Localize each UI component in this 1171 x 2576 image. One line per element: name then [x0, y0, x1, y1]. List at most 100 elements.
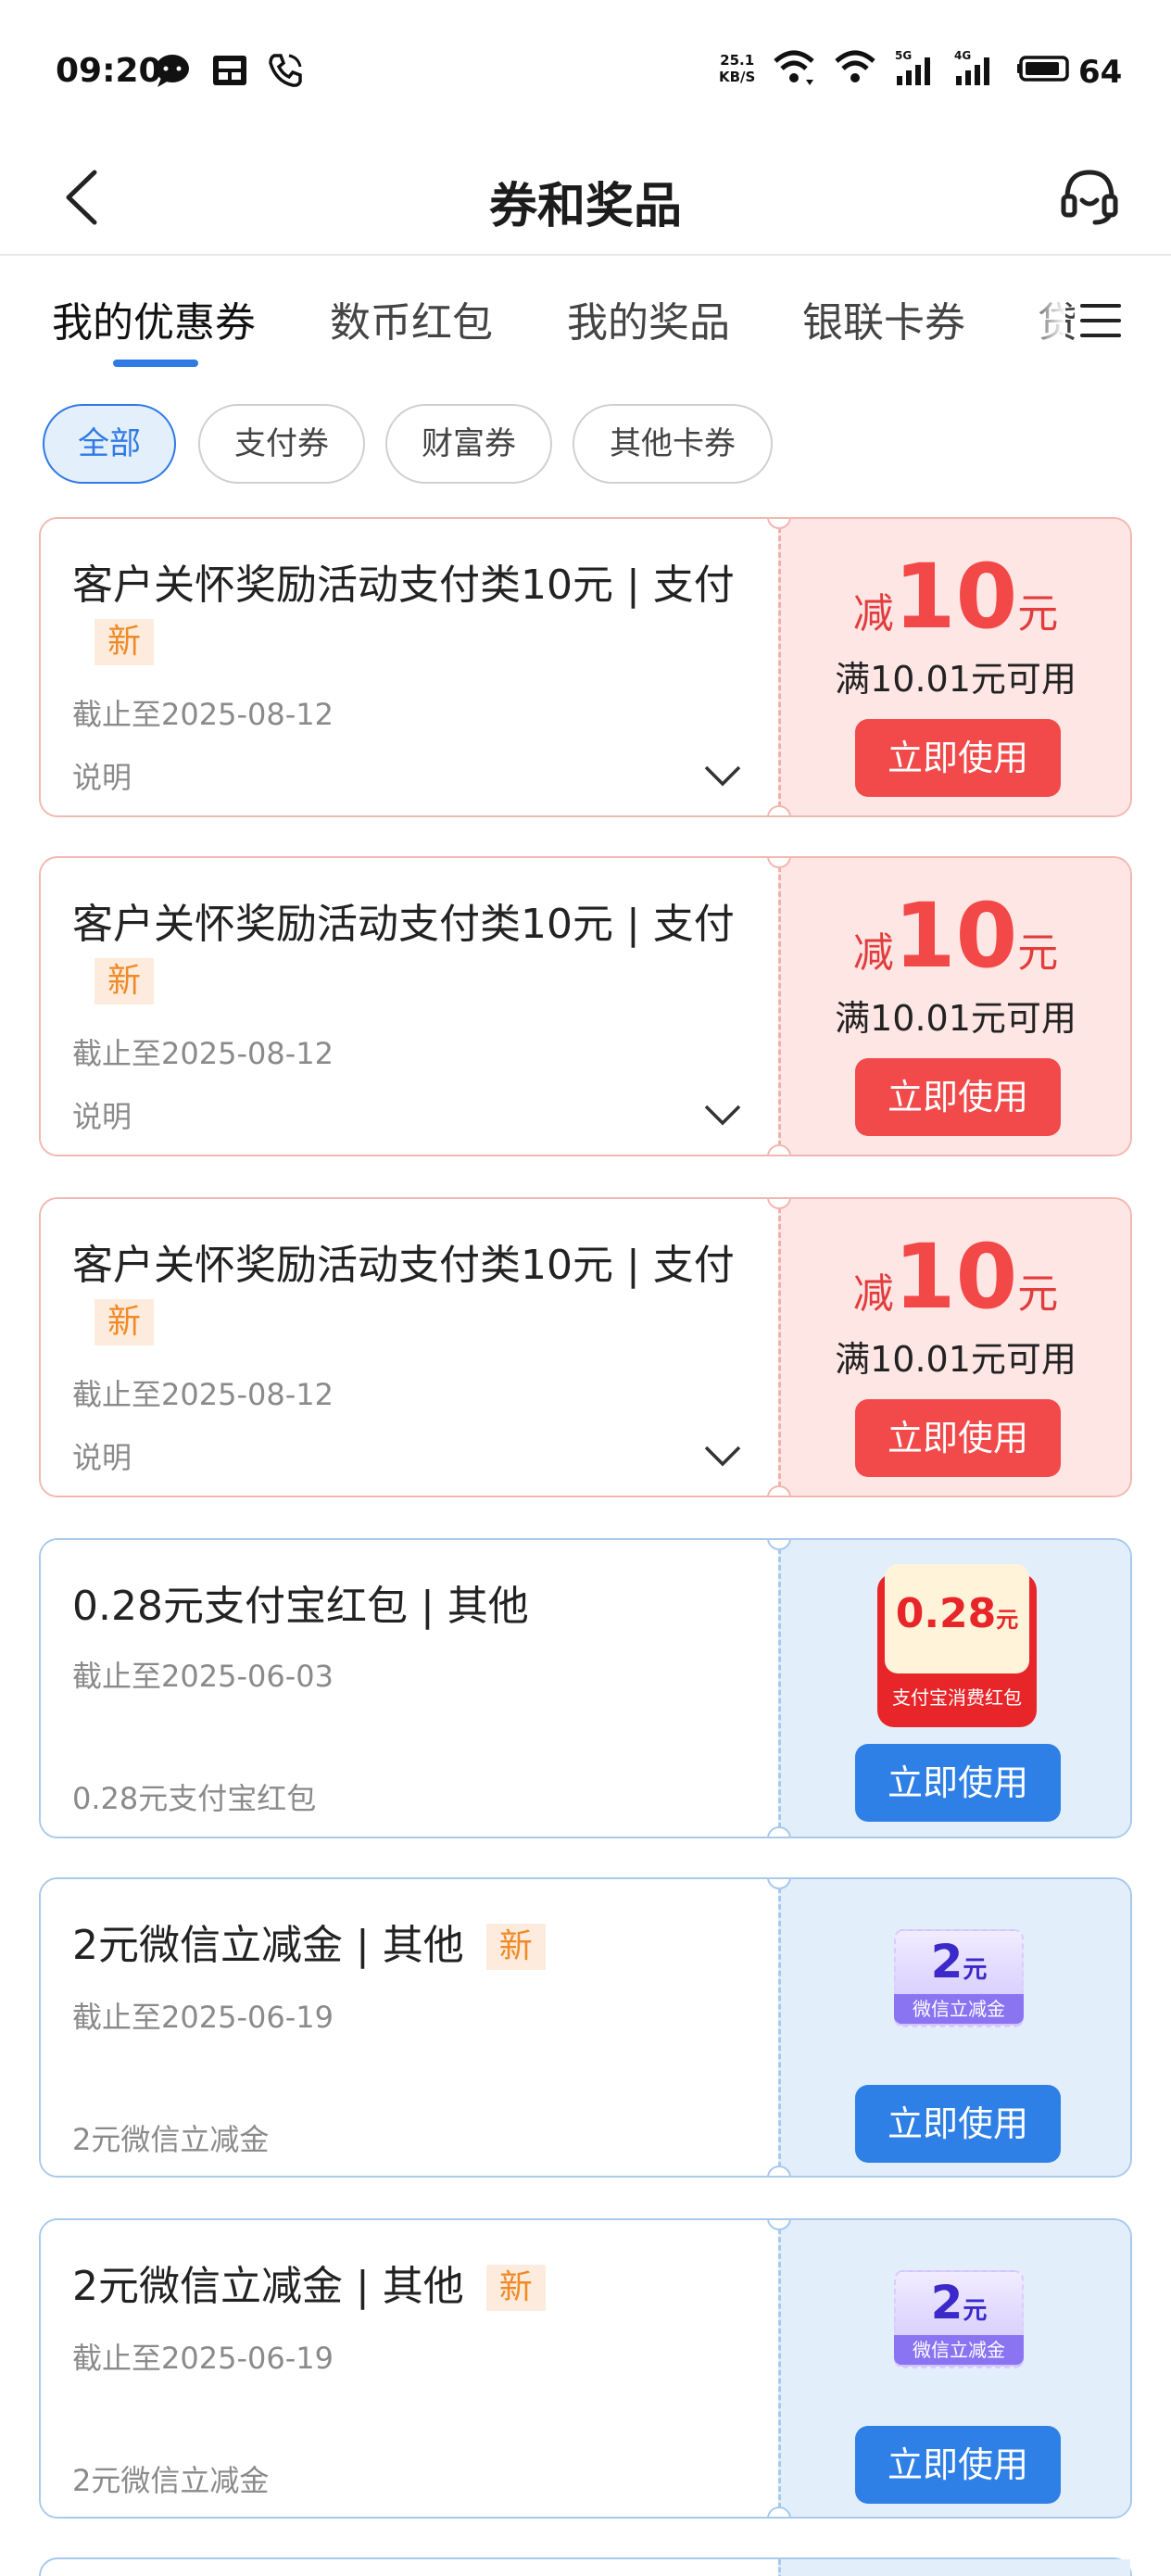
- chevron-down-icon[interactable]: [702, 1101, 743, 1129]
- tab-my-prizes[interactable]: 我的奖品: [567, 289, 730, 348]
- coupon-title: 客户关怀奖励活动支付类10元 | 支付新: [72, 897, 739, 1008]
- menu-icon[interactable]: [1075, 295, 1127, 347]
- coupon-expiry: 截止至2025-06-19: [72, 2000, 334, 2035]
- use-now-button[interactable]: 立即使用: [855, 1399, 1061, 1477]
- coupon-value-panel: 减10元 满10.01元可用 立即使用: [778, 858, 1130, 1155]
- coupon-expiry: 截止至2025-08-12: [72, 697, 334, 732]
- badge-value-number: 0.28: [895, 1590, 997, 1637]
- use-now-button[interactable]: 立即使用: [855, 1058, 1061, 1136]
- signal-5g-icon: 5G: [895, 49, 930, 85]
- amount-prefix: 减: [852, 929, 894, 977]
- badge-value-unit: 元: [963, 1956, 988, 1984]
- active-tab-indicator: [113, 360, 198, 367]
- filter-all[interactable]: 全部: [43, 404, 176, 484]
- coupon-value-panel: 减10元 满10.01元可用 立即使用: [778, 519, 1130, 815]
- battery-icon: [1017, 56, 1069, 82]
- coupon-expiry: 截止至2025-08-12: [72, 1377, 334, 1412]
- badge-value: 2元: [894, 1935, 1024, 1989]
- coupon-amount: 减10元: [781, 1232, 1130, 1321]
- new-badge: 新: [485, 2265, 546, 2311]
- badge-value: 2元: [894, 2276, 1024, 2330]
- coupon-title: 2元微信立减金 | 其他新: [72, 1918, 739, 1974]
- coupon-info: 0.28元支付宝红包 | 其他 截止至2025-06-03 0.28元支付宝红包: [41, 1540, 778, 1837]
- use-now-button[interactable]: 立即使用: [855, 2085, 1061, 2163]
- coupon-info: 客户关怀奖励活动支付类10元 | 支付新 截止至2025-08-12 说明: [41, 1199, 778, 1496]
- headset-icon[interactable]: [1058, 165, 1121, 228]
- coupon-value-panel: 2元 微信立减金 立即使用: [778, 1879, 1130, 2176]
- status-time: 09:20: [56, 52, 162, 90]
- coupon-description: 0.28元支付宝红包: [72, 1781, 317, 1816]
- badge-value-unit: 元: [963, 2297, 988, 2325]
- net-speed: 25.1 KB/S: [719, 52, 755, 85]
- amount-prefix: 减: [852, 590, 894, 638]
- coupon-title: 2元微信立减金 | 其他新: [72, 2259, 739, 2315]
- sim-card-icon: [213, 56, 246, 85]
- badge-value-number: 2: [930, 2276, 963, 2330]
- filter-other-coupons[interactable]: 其他卡券: [573, 404, 773, 484]
- wifi-icon: [835, 50, 875, 82]
- chevron-down-icon[interactable]: [702, 762, 743, 789]
- coupon-description: 2元微信立减金: [72, 2122, 270, 2157]
- svg-text:5G: 5G: [895, 49, 912, 62]
- use-now-button[interactable]: 立即使用: [855, 719, 1061, 797]
- coupon-card[interactable]: 0.28元支付宝红包 | 其他 截止至2025-06-03 0.28元支付宝红包…: [39, 1538, 1132, 1838]
- amount-unit: 元: [1017, 590, 1059, 638]
- coupon-condition: 满10.01元可用: [835, 998, 1077, 1039]
- coupon-title-text: 客户关怀奖励活动支付类10元 | 支付: [72, 562, 735, 609]
- coupon-expiry: 截止至2025-08-12: [72, 1036, 334, 1071]
- tab-my-coupons[interactable]: 我的优惠券: [52, 289, 256, 348]
- signal-4g-icon: 4G: [954, 49, 989, 85]
- coupon-card[interactable]: 客户关怀奖励活动支付类10元 | 支付新 截止至2025-08-12 说明 减1…: [39, 517, 1132, 817]
- amount-unit: 元: [1017, 929, 1059, 977]
- tab-digital-red-packets[interactable]: 数币红包: [330, 289, 493, 348]
- filter-wealth-coupons[interactable]: 财富券: [385, 404, 552, 484]
- badge-value-number: 2: [930, 1935, 963, 1989]
- chevron-down-icon[interactable]: [702, 1442, 743, 1470]
- amount-prefix: 减: [852, 1270, 894, 1318]
- coupon-value-panel: 2元 微信立减金 立即使用: [778, 2220, 1130, 2517]
- amount-unit: 元: [1017, 1270, 1059, 1318]
- coupon-card[interactable]: 2元微信立减金 | 其他新 截止至2025-06-19 2元微信立减金 2元 微…: [39, 1877, 1132, 2178]
- wifi-icon: [774, 50, 814, 85]
- badge-value: 0.28元: [877, 1590, 1037, 1637]
- coupon-description: 说明: [72, 1099, 132, 1134]
- tabs-fade: [1028, 276, 1065, 360]
- coupon-card[interactable]: 客户关怀奖励活动支付类10元 | 支付新 截止至2025-08-12 说明 减1…: [39, 1197, 1132, 1497]
- badge-value-unit: 元: [996, 1607, 1019, 1633]
- coupon-amount: 减10元: [781, 891, 1130, 980]
- page-title: 券和奖品: [488, 179, 682, 234]
- coupon-description: 说明: [72, 1440, 132, 1475]
- badge-label: 微信立减金: [894, 2335, 1024, 2365]
- coupon-card[interactable]: 客户关怀奖励活动支付类10元 | 支付新 截止至2025-08-12 说明 减1…: [39, 856, 1132, 1156]
- coupon-title: 客户关怀奖励活动支付类10元 | 支付新: [72, 558, 739, 669]
- coupon-amount: 减10元: [781, 552, 1130, 641]
- coupon-expiry: 截止至2025-06-03: [72, 1659, 334, 1694]
- new-badge: 新: [485, 1924, 546, 1970]
- category-tabs: 我的优惠券 数币红包 我的奖品 银联卡券 贷: [0, 258, 1171, 378]
- coupon-description: 说明: [72, 760, 132, 795]
- coupon-info: 2元微信立减金 | 其他新 截止至2025-06-19 2元微信立减金: [41, 1879, 778, 2176]
- coupon-card-partial: [39, 2557, 1132, 2576]
- coupon-title-text: 客户关怀奖励活动支付类10元 | 支付: [72, 1242, 735, 1289]
- coupon-title-text: 2元微信立减金 | 其他: [72, 1922, 464, 1969]
- use-now-button[interactable]: 立即使用: [855, 2426, 1061, 2504]
- filter-payment-coupons[interactable]: 支付券: [198, 404, 365, 484]
- use-now-button[interactable]: 立即使用: [855, 1744, 1061, 1822]
- tab-unionpay-coupons[interactable]: 银联卡券: [802, 289, 965, 348]
- coupon-info: 客户关怀奖励活动支付类10元 | 支付新 截止至2025-08-12 说明: [41, 858, 778, 1155]
- coupon-title-text: 客户关怀奖励活动支付类10元 | 支付: [72, 901, 735, 948]
- coupon-condition: 满10.01元可用: [835, 1339, 1077, 1380]
- new-badge: 新: [94, 1299, 155, 1345]
- wechat-voucher-badge: 2元 微信立减金: [894, 1929, 1024, 2027]
- coupon-expiry: 截止至2025-06-19: [72, 2341, 334, 2376]
- coupon-condition: 满10.01元可用: [835, 659, 1077, 700]
- alipay-red-packet-badge: 0.28元 支付宝消费红包: [877, 1564, 1037, 1727]
- coupon-card[interactable]: 2元微信立减金 | 其他新 截止至2025-06-19 2元微信立减金 2元 微…: [39, 2218, 1132, 2519]
- chat-bubble-icon: [156, 55, 189, 87]
- coupon-value-panel: [778, 2559, 1130, 2576]
- badge-label: 支付宝消费红包: [892, 1686, 1022, 1709]
- badge-label: 微信立减金: [894, 1994, 1024, 2024]
- coupon-value-panel: 0.28元 支付宝消费红包 立即使用: [778, 1540, 1130, 1837]
- coupon-description: 2元微信立减金: [72, 2463, 270, 2498]
- coupon-value-panel: 减10元 满10.01元可用 立即使用: [778, 1199, 1130, 1496]
